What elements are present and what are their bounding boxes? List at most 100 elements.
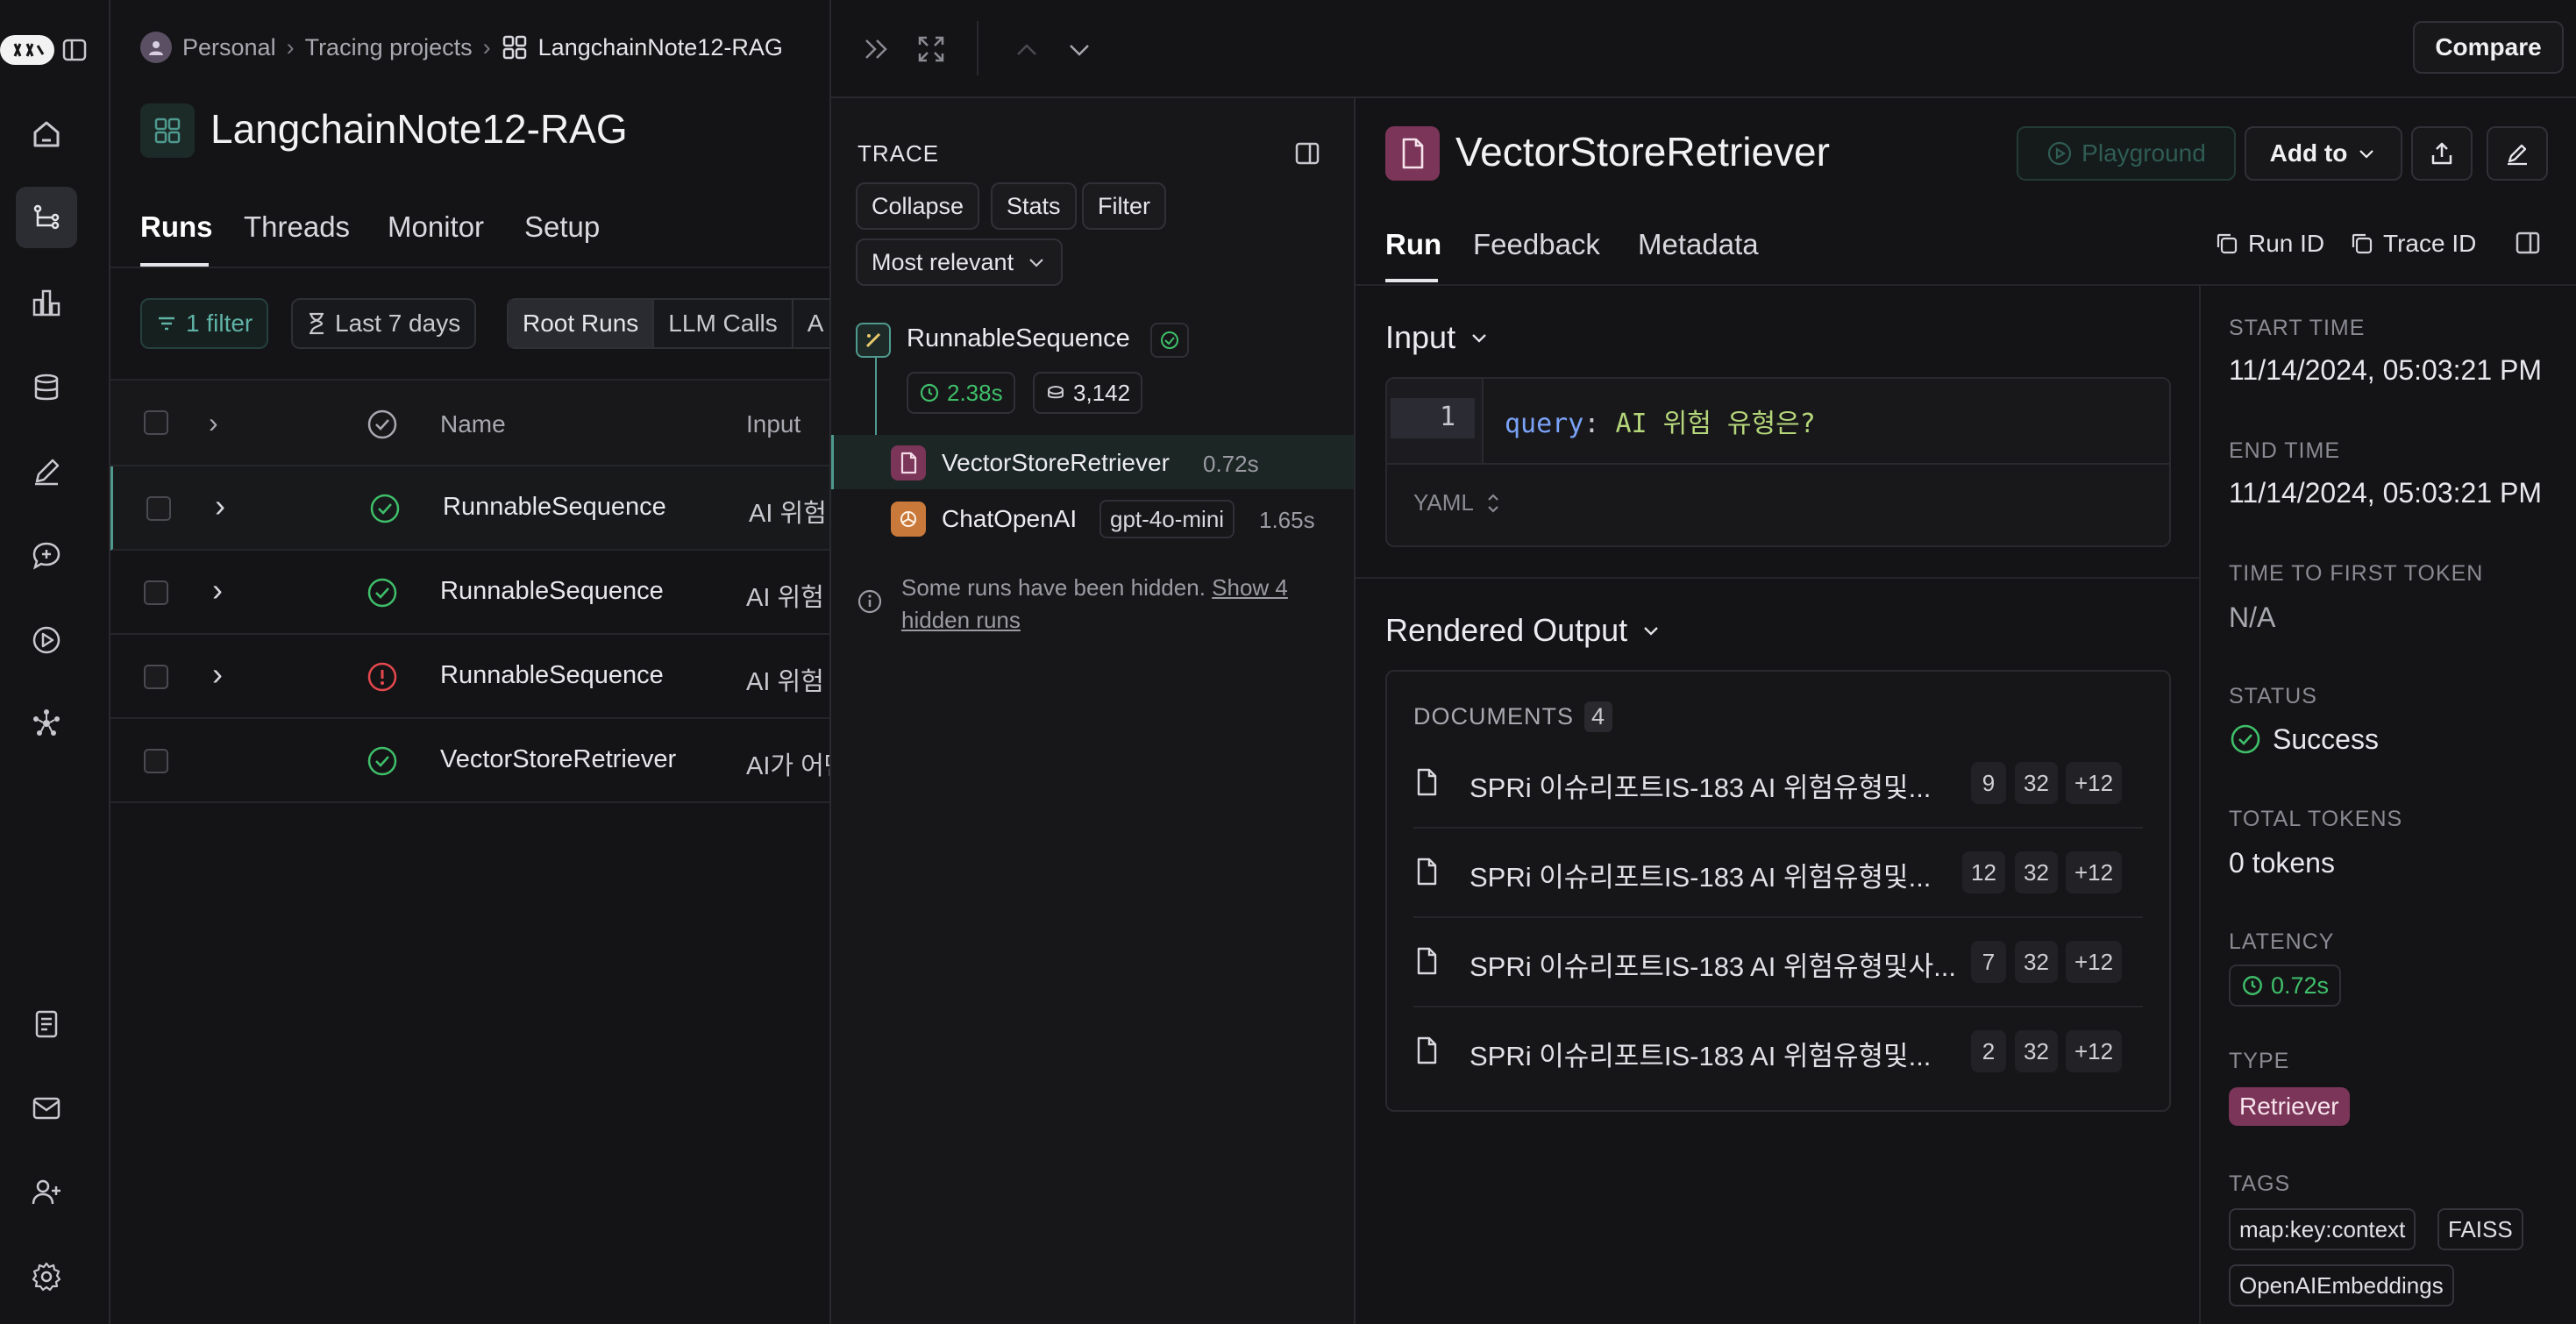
segment-root-runs[interactable]: Root Runs	[509, 300, 653, 347]
document-item[interactable]: SPRi 이슈리포트IS-183 AI 위험유형및... 2 32 +12	[1413, 1007, 2143, 1097]
chevron-down-icon[interactable]	[1064, 35, 1094, 65]
format-label: YAML	[1413, 489, 1474, 516]
time-range-button[interactable]: Last 7 days	[291, 298, 477, 349]
panel-toggle-icon[interactable]	[2515, 230, 2541, 256]
avatar	[140, 32, 172, 63]
home-icon[interactable]	[16, 103, 77, 165]
tab-threads[interactable]: Threads	[244, 210, 350, 244]
row-checkbox[interactable]	[144, 580, 168, 605]
stats-button[interactable]: Stats	[991, 182, 1077, 230]
chevron-right-icon: ›	[482, 33, 491, 61]
show-hidden-link[interactable]: hidden runs	[901, 607, 1021, 633]
divider	[1387, 463, 2169, 465]
breadcrumb: Personal › Tracing projects › LangchainN…	[140, 30, 783, 65]
trace-root-name[interactable]: RunnableSequence	[907, 324, 1130, 353]
success-icon	[2231, 724, 2260, 754]
panel-toggle-icon[interactable]	[1294, 140, 1320, 167]
row-input: AI 위험	[746, 668, 824, 696]
tokens-value: 3,142	[1073, 379, 1131, 406]
format-select[interactable]: YAML	[1413, 489, 1502, 516]
chevron-up-icon[interactable]	[1012, 35, 1042, 65]
segment-more[interactable]: A	[791, 300, 829, 347]
tab-run[interactable]: Run	[1385, 228, 1441, 261]
filter-trace-button[interactable]: Filter	[1082, 182, 1166, 230]
tab-metadata[interactable]: Metadata	[1638, 228, 1759, 261]
document-item[interactable]: SPRi 이슈리포트IS-183 AI 위험유형및사... 7 32 +12	[1413, 918, 2143, 1007]
dashboard-icon[interactable]	[16, 272, 77, 333]
table-row[interactable]: VectorStoreRetriever AI가 어떤	[110, 719, 829, 803]
tokens-badge: 3,142	[1033, 372, 1143, 414]
prompts-icon[interactable]	[16, 525, 77, 587]
sidebar-toggle-icon[interactable]	[61, 37, 88, 63]
deployments-icon[interactable]	[16, 693, 77, 754]
expand-row-icon[interactable]: ›	[212, 572, 223, 609]
row-checkbox[interactable]	[144, 749, 168, 773]
row-checkbox[interactable]	[144, 665, 168, 689]
segment-llm-calls[interactable]: LLM Calls	[652, 300, 791, 347]
input-section-toggle[interactable]: Input	[1385, 319, 1491, 356]
run-id-button[interactable]: Run ID	[2215, 230, 2324, 258]
ttft-label: TIME TO FIRST TOKEN	[2229, 561, 2484, 586]
table-header: › Name Input	[110, 379, 829, 466]
tab-runs[interactable]: Runs	[140, 210, 213, 244]
add-to-label: Add to	[2269, 139, 2348, 167]
filter-button[interactable]: 1 filter	[140, 298, 269, 349]
tab-feedback[interactable]: Feedback	[1473, 228, 1600, 261]
tab-monitor[interactable]: Monitor	[388, 210, 484, 244]
select-all-checkbox[interactable]	[144, 410, 168, 435]
logo[interactable]	[0, 35, 54, 65]
tag[interactable]: FAISS	[2437, 1208, 2523, 1250]
tag[interactable]: OpenAIEmbeddings	[2229, 1264, 2454, 1306]
output-section-toggle[interactable]: Rendered Output	[1385, 612, 1662, 649]
trace-child-name[interactable]: ChatOpenAI	[942, 505, 1077, 533]
settings-icon[interactable]	[16, 1246, 77, 1307]
datasets-icon[interactable]	[16, 357, 77, 418]
left-nav	[0, 0, 110, 1324]
table-row[interactable]: › RunnableSequence AI 위험	[110, 635, 829, 719]
status-value: Success	[2229, 723, 2379, 756]
expand-all-icon[interactable]: ›	[209, 407, 218, 439]
compare-button[interactable]: Compare	[2413, 21, 2564, 74]
document-title: SPRi 이슈리포트IS-183 AI 위험유형및...	[1469, 1041, 1932, 1071]
clock-icon	[2243, 976, 2262, 995]
add-user-icon[interactable]	[16, 1162, 77, 1223]
input-code-block[interactable]: 1 query: AI 위험 유형은? YAML	[1385, 377, 2171, 547]
add-to-button[interactable]: Add to	[2245, 126, 2402, 181]
show-hidden-link[interactable]: Show 4	[1212, 574, 1288, 601]
success-icon	[1150, 323, 1189, 358]
column-input[interactable]: Input	[746, 410, 801, 438]
latency-value: 0.72s	[2271, 972, 2330, 999]
sort-select[interactable]: Most relevant	[856, 238, 1064, 286]
edit-button[interactable]	[2487, 126, 2548, 181]
collapse-panel-icon[interactable]	[861, 33, 893, 65]
annotation-icon[interactable]	[16, 441, 77, 502]
table-row[interactable]: › RunnableSequence AI 위험	[110, 466, 829, 551]
tab-underline	[1385, 279, 1438, 282]
document-badge: 32	[2015, 941, 2058, 983]
document-item[interactable]: SPRi 이슈리포트IS-183 AI 위험유형및... 12 32 +12	[1413, 829, 2143, 918]
document-item[interactable]: SPRi 이슈리포트IS-183 AI 위험유형및... 9 32 +12	[1413, 739, 2143, 829]
expand-row-icon[interactable]: ›	[215, 488, 225, 524]
tracing-icon[interactable]	[16, 187, 77, 248]
playground-button[interactable]: Playground	[2017, 126, 2236, 181]
trace-id-button[interactable]: Trace ID	[2350, 230, 2476, 258]
playground-icon[interactable]	[16, 609, 77, 671]
tag[interactable]: map:key:context	[2229, 1208, 2416, 1250]
tab-setup[interactable]: Setup	[524, 210, 600, 244]
column-name[interactable]: Name	[440, 410, 506, 438]
hourglass-icon	[307, 312, 326, 335]
run-type-segmented: Root Runs LLM Calls A	[507, 298, 829, 349]
row-checkbox[interactable]	[146, 496, 171, 521]
expand-icon[interactable]	[915, 33, 947, 65]
expand-row-icon[interactable]: ›	[212, 656, 223, 693]
docs-icon[interactable]	[16, 993, 77, 1055]
breadcrumb-tracing-projects[interactable]: Tracing projects	[305, 34, 473, 61]
mail-icon[interactable]	[16, 1078, 77, 1139]
chevron-down-icon	[1472, 334, 1486, 343]
collapse-button[interactable]: Collapse	[856, 182, 980, 230]
breadcrumb-personal[interactable]: Personal	[182, 34, 276, 61]
copy-icon	[2217, 233, 2238, 254]
document-badge: 2	[1971, 1030, 2006, 1072]
share-button[interactable]	[2411, 126, 2473, 181]
table-row[interactable]: › RunnableSequence AI 위험	[110, 551, 829, 635]
